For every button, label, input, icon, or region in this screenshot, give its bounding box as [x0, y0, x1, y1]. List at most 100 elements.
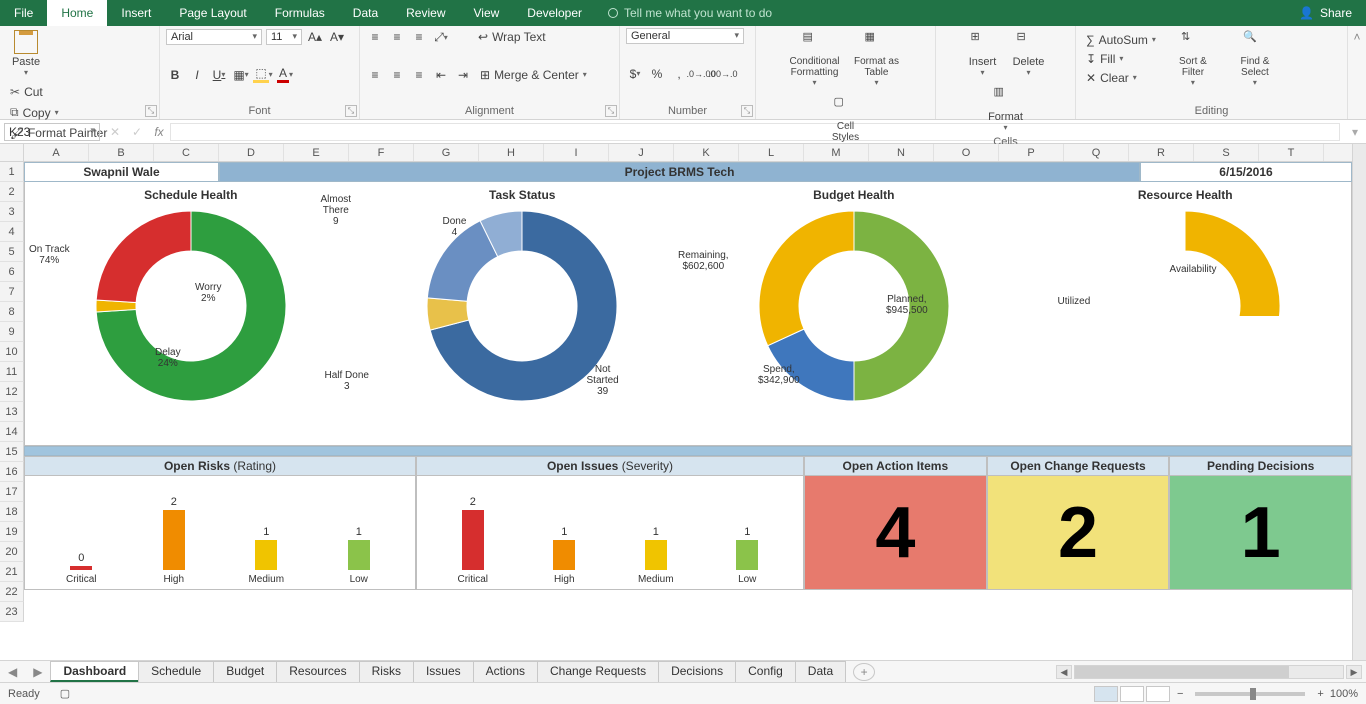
row-header-17[interactable]: 17 — [0, 482, 24, 502]
expand-formula-button[interactable]: ▾ — [1344, 125, 1366, 139]
sheet-tab-risks[interactable]: Risks — [359, 661, 414, 682]
ribbon-tab-view[interactable]: View — [460, 0, 514, 26]
comma-format-button[interactable]: , — [670, 65, 688, 83]
col-header-P[interactable]: P — [999, 144, 1064, 161]
clear-button[interactable]: ✕Clear ▾ — [1082, 69, 1160, 87]
conditional-formatting-button[interactable]: ▤Conditional Formatting▾ — [786, 28, 844, 89]
schedule-health-donut[interactable] — [91, 206, 291, 406]
project-title-cell[interactable]: Project BRMS Tech — [219, 162, 1140, 182]
row-header-11[interactable]: 11 — [0, 362, 24, 382]
format-as-table-button[interactable]: ▦Format as Table▾ — [848, 28, 906, 89]
decrease-indent-button[interactable]: ⇤ — [432, 66, 450, 84]
col-header-L[interactable]: L — [739, 144, 804, 161]
row-header-2[interactable]: 2 — [0, 182, 24, 202]
underline-button[interactable]: U▾ — [210, 66, 228, 84]
find-select-button[interactable]: 🔍Find & Select▾ — [1226, 28, 1284, 89]
col-header-J[interactable]: J — [609, 144, 674, 161]
row-header-13[interactable]: 13 — [0, 402, 24, 422]
font-name-select[interactable]: Arial — [166, 29, 262, 45]
alignment-dialog-launcher[interactable]: ⤡ — [605, 105, 617, 117]
row-header-16[interactable]: 16 — [0, 462, 24, 482]
align-top-button[interactable]: ≡ — [366, 28, 384, 46]
hscroll-right-button[interactable]: ▶ — [1346, 665, 1362, 679]
row-header-3[interactable]: 3 — [0, 202, 24, 222]
share-button[interactable]: 👤Share — [1285, 6, 1366, 20]
row-header-8[interactable]: 8 — [0, 302, 24, 322]
col-header-S[interactable]: S — [1194, 144, 1259, 161]
row-header-5[interactable]: 5 — [0, 242, 24, 262]
sheet-nav-next[interactable]: ▶ — [25, 665, 50, 679]
sheet-tab-config[interactable]: Config — [735, 661, 796, 682]
paste-button[interactable]: Paste▾ — [6, 28, 46, 79]
col-header-B[interactable]: B — [89, 144, 154, 161]
ribbon-tab-formulas[interactable]: Formulas — [261, 0, 339, 26]
risks-bar-chart[interactable]: 0 Critical 2 High 1 Medium 1 Low — [25, 476, 415, 589]
fill-button[interactable]: ↧Fill ▾ — [1082, 50, 1160, 68]
col-header-Q[interactable]: Q — [1064, 144, 1129, 161]
macro-record-icon[interactable]: ▢ — [60, 687, 70, 700]
sheet-tab-data[interactable]: Data — [795, 661, 846, 682]
col-header-A[interactable]: A — [24, 144, 89, 161]
sheet-tab-budget[interactable]: Budget — [213, 661, 277, 682]
col-header-T[interactable]: T — [1259, 144, 1324, 161]
col-header-H[interactable]: H — [479, 144, 544, 161]
decrease-decimal-button[interactable]: .00→.0 — [714, 65, 732, 83]
row-header-21[interactable]: 21 — [0, 562, 24, 582]
col-header-F[interactable]: F — [349, 144, 414, 161]
add-sheet-button[interactable]: + — [853, 663, 875, 681]
sort-filter-button[interactable]: ⇅Sort & Filter▾ — [1164, 28, 1222, 89]
ribbon-tab-review[interactable]: Review — [392, 0, 459, 26]
sheet-tab-schedule[interactable]: Schedule — [138, 661, 214, 682]
accounting-format-button[interactable]: $▾ — [626, 65, 644, 83]
font-color-button[interactable]: A▾ — [276, 66, 294, 84]
align-bottom-button[interactable]: ≡ — [410, 28, 428, 46]
col-header-E[interactable]: E — [284, 144, 349, 161]
row-header-10[interactable]: 10 — [0, 342, 24, 362]
ribbon-tab-page-layout[interactable]: Page Layout — [165, 0, 260, 26]
ribbon-tab-home[interactable]: Home — [47, 0, 107, 26]
col-header-M[interactable]: M — [804, 144, 869, 161]
col-header-D[interactable]: D — [219, 144, 284, 161]
collapse-ribbon-icon[interactable]: ˄ — [1353, 30, 1360, 44]
vertical-scrollbar[interactable] — [1352, 144, 1366, 660]
sheet-tab-issues[interactable]: Issues — [413, 661, 474, 682]
zoom-out-button[interactable]: − — [1177, 688, 1183, 700]
ribbon-tab-data[interactable]: Data — [339, 0, 392, 26]
italic-button[interactable]: I — [188, 66, 206, 84]
font-size-select[interactable]: 11 — [266, 29, 302, 45]
row-header-9[interactable]: 9 — [0, 322, 24, 342]
col-header-N[interactable]: N — [869, 144, 934, 161]
increase-font-button[interactable]: A▴ — [306, 28, 324, 46]
tell-me-search[interactable]: Tell me what you want to do — [608, 6, 772, 20]
hscroll-track[interactable] — [1074, 665, 1344, 679]
col-header-R[interactable]: R — [1129, 144, 1194, 161]
fill-color-button[interactable]: ⬚▾ — [254, 66, 272, 84]
row-header-7[interactable]: 7 — [0, 282, 24, 302]
align-left-button[interactable]: ≡ — [366, 66, 384, 84]
align-right-button[interactable]: ≡ — [410, 66, 428, 84]
sheet-tab-resources[interactable]: Resources — [276, 661, 359, 682]
wrap-text-button[interactable]: ↩Wrap Text — [474, 28, 550, 46]
sheet-nav-prev[interactable]: ◀ — [0, 665, 25, 679]
format-cells-button[interactable]: ▥Format▾ — [985, 83, 1027, 134]
name-box[interactable]: K23 — [4, 123, 100, 141]
increase-indent-button[interactable]: ⇥ — [454, 66, 472, 84]
hscroll-thumb[interactable] — [1075, 666, 1289, 678]
row-header-4[interactable]: 4 — [0, 222, 24, 242]
row-header-18[interactable]: 18 — [0, 502, 24, 522]
borders-button[interactable]: ▦▾ — [232, 66, 250, 84]
formula-input[interactable] — [170, 123, 1340, 141]
row-header-6[interactable]: 6 — [0, 262, 24, 282]
ribbon-tab-file[interactable]: File — [0, 0, 47, 26]
row-header-20[interactable]: 20 — [0, 542, 24, 562]
orientation-button[interactable]: ⤢▾ — [432, 28, 450, 46]
zoom-slider[interactable] — [1195, 692, 1305, 696]
row-header-12[interactable]: 12 — [0, 382, 24, 402]
increase-decimal-button[interactable]: .0→.00 — [692, 65, 710, 83]
zoom-in-button[interactable]: + — [1317, 688, 1323, 700]
hscroll-left-button[interactable]: ◀ — [1056, 665, 1072, 679]
percent-format-button[interactable]: % — [648, 65, 666, 83]
page-layout-view-button[interactable] — [1120, 686, 1144, 702]
delete-cells-button[interactable]: ⊟Delete▾ — [1008, 28, 1050, 79]
sheet-tab-dashboard[interactable]: Dashboard — [50, 661, 139, 682]
